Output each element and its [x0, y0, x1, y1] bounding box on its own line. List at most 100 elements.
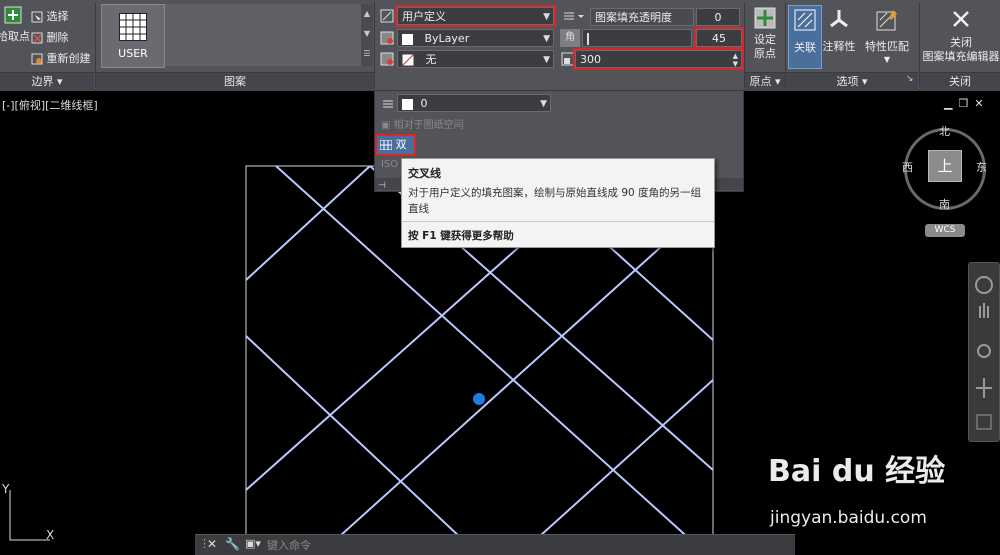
- slider-thumb[interactable]: [587, 33, 589, 45]
- pattern-swatch-label: USER: [118, 47, 148, 60]
- tooltip: 交叉线 对于用户定义的填充图案，绘制与原始直线成 90 度角的另一组直线 按 F…: [401, 158, 715, 248]
- command-input[interactable]: 键入命令: [267, 537, 311, 553]
- hatch-color-icon: [380, 31, 394, 45]
- recreate-label: 重新创建: [46, 52, 91, 65]
- ucs-icon: [9, 490, 50, 541]
- pattern-swatch-user[interactable]: USER: [101, 4, 165, 68]
- command-history-icon[interactable]: ▣▾: [245, 537, 261, 550]
- annotative-icon: [830, 10, 848, 28]
- close-icon[interactable]: ✕: [207, 537, 217, 551]
- grid-icon: [379, 139, 393, 151]
- background-color-select[interactable]: 无 ▼: [397, 50, 554, 68]
- command-line: ⋮ ✕ 🔧 ▣▾ 键入命令: [195, 534, 795, 555]
- relative-paper-label: 相对于图纸空间: [393, 120, 464, 131]
- recreate-button[interactable]: 重新创建: [31, 52, 91, 65]
- pick-points-button[interactable]: 拾取点: [0, 6, 30, 43]
- set-origin-button[interactable]: 设定 原点: [749, 6, 781, 61]
- angle-icon: 角: [560, 29, 580, 47]
- pick-points-label: 拾取点: [0, 30, 30, 43]
- chevron-down-icon: ▼: [543, 55, 550, 65]
- hatch-grip[interactable]: [473, 393, 485, 405]
- select-icon: [31, 11, 43, 23]
- chevron-down-icon: ▼: [543, 12, 550, 22]
- close-editor-button[interactable]: 关闭 图案填充编辑器: [922, 8, 1000, 64]
- options-panel-title[interactable]: 选项 ▾: [786, 72, 918, 91]
- spinner-icon[interactable]: ▲ ▼: [733, 52, 738, 68]
- transparency-label-box: 图案填充透明度: [590, 8, 694, 26]
- select-button[interactable]: 选择: [31, 10, 69, 23]
- pin-icon[interactable]: ⊣: [378, 181, 386, 191]
- layer-icon: [383, 100, 393, 108]
- tooltip-help: 按 F1 键获得更多帮助: [408, 230, 514, 242]
- angle-input[interactable]: 45: [694, 27, 744, 49]
- no-color-icon: [401, 53, 415, 67]
- hatch-color-select[interactable]: ByLayer ▼: [397, 29, 554, 47]
- gallery-scrollbar[interactable]: ▲ ▼ ☰: [361, 4, 373, 66]
- transparency-value: 0: [714, 11, 722, 24]
- match-properties-button[interactable]: 特性匹配 ▼: [862, 8, 912, 66]
- ucs-y-label: Y: [2, 482, 10, 496]
- pattern-gallery: [165, 4, 361, 66]
- remove-button[interactable]: 删除: [31, 31, 69, 44]
- chevron-down-icon[interactable]: ▼: [862, 53, 912, 66]
- layer-color-swatch: [402, 98, 413, 110]
- navigation-bar: [968, 262, 1000, 442]
- color-swatch: [402, 33, 413, 45]
- gallery-expand-icon[interactable]: ☰: [361, 44, 373, 64]
- tooltip-title: 交叉线: [408, 167, 441, 180]
- relative-paper-space-toggle[interactable]: ▣ 相对于图纸空间: [381, 116, 464, 131]
- viewcube-top-face[interactable]: 上: [928, 150, 962, 182]
- baidu-watermark-url: jingyan.baidu.com: [770, 508, 927, 528]
- iso-pen-width[interactable]: ISO: [381, 159, 398, 170]
- hatch-color-value: ByLayer: [424, 32, 470, 45]
- transparency-icon[interactable]: [562, 9, 584, 23]
- close-editor-label: 关闭 图案填充编辑器: [922, 36, 1000, 63]
- match-properties-icon: [876, 10, 897, 31]
- ucs-x-label: X: [46, 528, 55, 542]
- wcs-menu[interactable]: WCS: [925, 224, 965, 237]
- divider: [374, 2, 375, 88]
- scroll-down-icon[interactable]: ▼: [361, 24, 373, 44]
- ribbon: 拾取点 选择 删除 重新创建 边界 ▾ USER ▲ ▼ ☰ 图案 用户定义 ▼…: [0, 0, 1000, 91]
- navigation-tools-icons[interactable]: [969, 263, 999, 441]
- viewcube-west[interactable]: 西: [902, 159, 913, 175]
- transparency-input[interactable]: 0: [696, 8, 740, 26]
- origin-panel-title[interactable]: 原点 ▾: [745, 72, 785, 91]
- spacing-input[interactable]: 300 ▲ ▼: [573, 48, 744, 70]
- match-properties-label: 特性匹配: [865, 40, 909, 53]
- annotative-label: 注释性: [822, 40, 856, 53]
- angle-value: 45: [712, 32, 726, 45]
- set-origin-label: 设定 原点: [754, 33, 776, 60]
- spacing-icon: [561, 52, 575, 66]
- close-icon: [953, 11, 969, 27]
- close-panel-title: 关闭: [920, 72, 1000, 91]
- remove-icon: [31, 32, 43, 44]
- pattern-panel-title: 图案: [96, 72, 374, 91]
- panel-launcher-icon[interactable]: ↘: [906, 74, 914, 84]
- associative-label: 关联: [794, 41, 816, 54]
- pattern-type-select[interactable]: 用户定义 ▼: [395, 5, 556, 27]
- viewcube-north[interactable]: 北: [939, 123, 950, 139]
- double-label: 双: [395, 138, 407, 151]
- baidu-watermark: Bai du 经验: [768, 454, 946, 489]
- remove-label: 删除: [46, 31, 69, 44]
- pick-points-icon: [4, 6, 22, 24]
- tooltip-body: 对于用户定义的填充图案，绘制与原始直线成 90 度角的另一组直线: [408, 187, 702, 215]
- annotative-button[interactable]: 注释性: [822, 8, 856, 53]
- scroll-up-icon[interactable]: ▲: [361, 4, 373, 24]
- transparency-label: 图案填充透明度: [595, 11, 672, 24]
- viewcube-south[interactable]: 南: [939, 196, 950, 212]
- double-crosshatch-toggle[interactable]: 双: [375, 134, 416, 156]
- associative-toggle[interactable]: 关联: [788, 5, 822, 69]
- viewcube-east[interactable]: 东: [976, 159, 987, 175]
- spacing-value: 300: [580, 53, 601, 66]
- recreate-icon: [31, 53, 43, 65]
- layer-select[interactable]: 0 ▼: [397, 94, 551, 112]
- wrench-icon[interactable]: 🔧: [225, 537, 240, 551]
- angle-slider[interactable]: [582, 29, 692, 47]
- grid-pattern-icon: [119, 13, 147, 41]
- select-label: 选择: [46, 10, 69, 23]
- layer-value: 0: [420, 97, 428, 110]
- boundary-panel-title[interactable]: 边界 ▾: [0, 72, 94, 91]
- associative-icon: [794, 9, 816, 31]
